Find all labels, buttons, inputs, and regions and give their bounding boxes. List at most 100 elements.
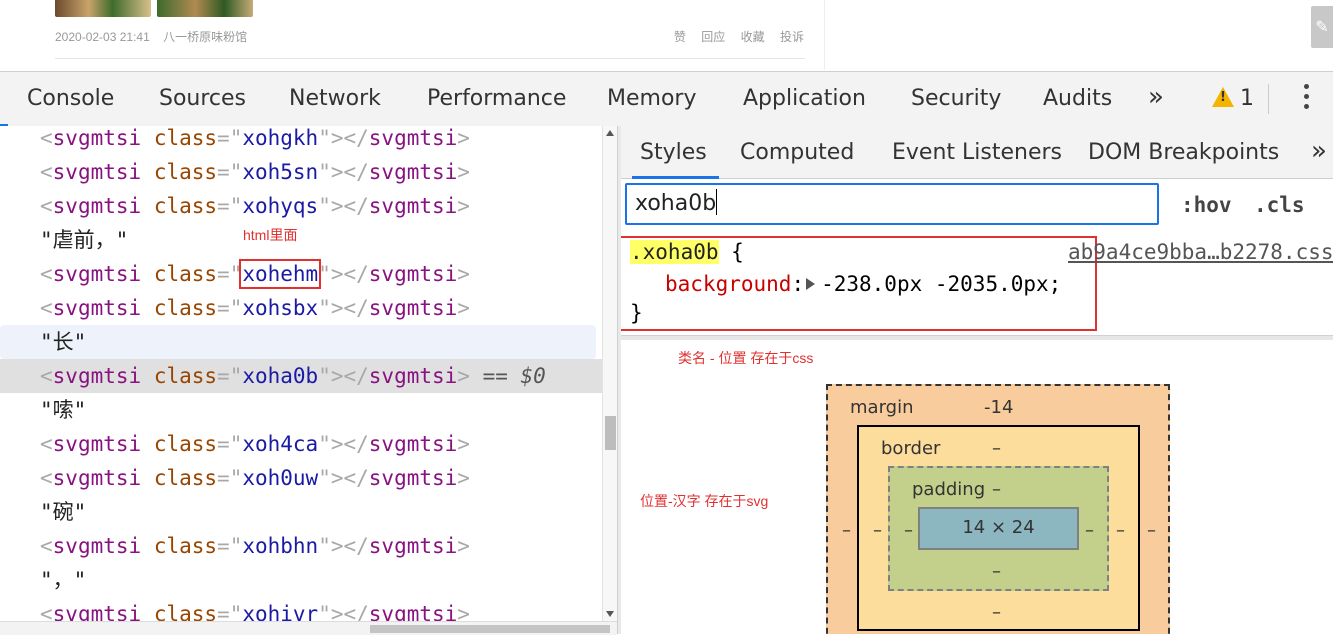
css-property-name[interactable]: background xyxy=(665,272,791,296)
food-photo-thumbnail[interactable] xyxy=(55,0,151,17)
dom-node-row[interactable]: <svgmtsi class="xohsbx"></svgmtsi> xyxy=(0,291,602,325)
attribute-value[interactable]: xoh0uw xyxy=(242,466,318,490)
closing-tag-name: svgmtsi xyxy=(368,466,458,490)
box-model-content[interactable]: 14 × 24 xyxy=(918,507,1079,550)
attribute-value[interactable]: xoh4ca xyxy=(242,432,318,456)
attribute-name: class xyxy=(153,194,218,218)
attribute-value[interactable]: xohgkh xyxy=(242,126,318,150)
closing-tag-name: svgmtsi xyxy=(368,364,458,388)
dom-node-row[interactable]: <svgmtsi class="xohyqs"></svgmtsi> xyxy=(0,189,602,223)
text-node-row[interactable]: "，" xyxy=(0,563,602,597)
attribute-name: class xyxy=(153,160,218,184)
css-property-value[interactable]: -238.0px -2035.0px; xyxy=(821,272,1061,296)
edit-icon[interactable]: ✎ xyxy=(1311,6,1333,48)
padding-bottom-value[interactable]: – xyxy=(992,561,1001,582)
dom-node-row[interactable]: <svgmtsi class="xohehm"></svgmtsi> xyxy=(0,257,602,291)
scrollbar-thumb[interactable] xyxy=(370,625,610,633)
border-left-value[interactable]: – xyxy=(873,520,882,541)
favorite-link[interactable]: 收藏 xyxy=(741,30,765,44)
tag-bracket: > xyxy=(457,194,470,218)
warnings-counter[interactable]: 1 xyxy=(1212,86,1254,111)
border-right-value[interactable]: – xyxy=(1116,520,1125,541)
expand-triangle-icon[interactable] xyxy=(806,278,816,290)
dom-node-row[interactable]: <svgmtsi class="xoh0uw"></svgmtsi> xyxy=(0,461,602,495)
more-tabs-chevron-icon[interactable]: » xyxy=(1148,82,1164,112)
attribute-value[interactable]: xohyqs xyxy=(242,194,318,218)
devtools-tab-bar: Console Sources Network Performance Memo… xyxy=(0,71,1333,127)
tab-security[interactable]: Security xyxy=(911,86,1001,111)
padding-right-value[interactable]: – xyxy=(1085,520,1094,541)
tab-network[interactable]: Network xyxy=(289,86,381,111)
dom-node-row[interactable]: <svgmtsi class="xoh4ca"></svgmtsi> xyxy=(0,427,602,461)
tag-bracket: > xyxy=(457,534,470,558)
post-actions: 赞 回应 收藏 投诉 xyxy=(662,28,804,45)
kebab-menu-icon[interactable] xyxy=(1296,84,1316,114)
tab-sources[interactable]: Sources xyxy=(159,86,246,111)
attribute-equals: =" xyxy=(217,126,243,150)
reply-link[interactable]: 回应 xyxy=(701,30,725,44)
tab-performance[interactable]: Performance xyxy=(427,86,566,111)
tag-bracket: > xyxy=(457,432,470,456)
styles-filter-input[interactable]: xoha0b xyxy=(625,183,1159,225)
attribute-equals: =" xyxy=(217,466,243,490)
tab-event-listeners[interactable]: Event Listeners xyxy=(892,140,1062,165)
report-link[interactable]: 投诉 xyxy=(780,30,804,44)
tag-name: svgmtsi xyxy=(52,296,142,320)
attribute-name: class xyxy=(153,296,218,320)
tag-bracket: > xyxy=(457,160,470,184)
border-bottom-value[interactable]: – xyxy=(992,602,1001,623)
closing-tag-name: svgmtsi xyxy=(368,126,458,150)
margin-top-value[interactable]: -14 xyxy=(984,397,1013,418)
food-photo-thumbnail[interactable] xyxy=(157,0,253,17)
dom-node-row[interactable]: <svgmtsi class="xohbhn"></svgmtsi> xyxy=(0,529,602,563)
text-node-row[interactable]: "长" xyxy=(0,325,596,359)
attribute-value[interactable]: xohehm xyxy=(239,259,322,289)
post-place[interactable]: 八一桥原味粉馆 xyxy=(163,30,247,44)
scroll-down-icon[interactable] xyxy=(606,611,614,617)
tab-styles[interactable]: Styles xyxy=(632,140,719,179)
tab-memory[interactable]: Memory xyxy=(607,86,696,111)
more-tabs-chevron-icon[interactable]: » xyxy=(1311,136,1327,166)
margin-right-value[interactable]: – xyxy=(1147,520,1156,541)
tab-dom-breakpoints[interactable]: DOM Breakpoints xyxy=(1088,140,1279,165)
text-node-row[interactable]: "嗦" xyxy=(0,393,602,427)
css-declaration[interactable]: background: -238.0px -2035.0px; xyxy=(665,272,1061,296)
css-selector[interactable]: .xoha0b xyxy=(630,240,719,264)
attribute-value[interactable]: xohsbx xyxy=(242,296,318,320)
dom-node-row[interactable]: <svgmtsi class="xoh5sn"></svgmtsi> xyxy=(0,155,602,189)
attribute-equals: =" xyxy=(217,194,243,218)
padding-left-value[interactable]: – xyxy=(904,520,913,541)
closing-tag-name: svgmtsi xyxy=(368,534,458,558)
hov-toggle-button[interactable]: :hov xyxy=(1181,193,1232,217)
text-node-row[interactable]: "虐前，" xyxy=(0,223,602,257)
scroll-up-icon[interactable] xyxy=(606,130,614,136)
closing-tag-name: svgmtsi xyxy=(368,262,458,286)
like-link[interactable]: 赞 xyxy=(674,30,686,44)
tab-audits[interactable]: Audits xyxy=(1043,86,1112,111)
stylesheet-source-link[interactable]: ab9a4ce9bba…b2278.css xyxy=(1068,240,1333,264)
open-brace: { xyxy=(718,240,744,264)
tag-name: svgmtsi xyxy=(52,262,142,286)
elements-horizontal-scrollbar[interactable] xyxy=(0,621,617,635)
warning-icon xyxy=(1212,87,1234,107)
text-node-row[interactable]: "碗" xyxy=(0,495,602,529)
margin-left-value[interactable]: – xyxy=(842,520,851,541)
padding-top-value[interactable]: – xyxy=(992,479,1001,500)
attribute-value[interactable]: xohbhn xyxy=(242,534,318,558)
cls-toggle-button[interactable]: .cls xyxy=(1254,193,1305,217)
dom-node-row[interactable]: <svgmtsi class="xoha0b"></svgmtsi> == $0 xyxy=(0,359,602,393)
tag-name: svgmtsi xyxy=(52,160,142,184)
tab-application[interactable]: Application xyxy=(743,86,866,111)
tag-bracket: < xyxy=(40,534,53,558)
dom-node-row[interactable]: <svgmtsi class="xohgkh"></svgmtsi> xyxy=(0,126,602,155)
tab-computed[interactable]: Computed xyxy=(740,140,854,165)
close-brace: } xyxy=(630,301,643,325)
border-top-value[interactable]: – xyxy=(992,438,1001,459)
attribute-value[interactable]: xoh5sn xyxy=(242,160,318,184)
tab-console[interactable]: Console xyxy=(27,86,114,111)
elements-vertical-scrollbar[interactable] xyxy=(602,126,618,621)
tag-bracket: > xyxy=(457,262,470,286)
tag-name: svgmtsi xyxy=(52,194,142,218)
attribute-value[interactable]: xoha0b xyxy=(242,364,318,388)
scrollbar-thumb[interactable] xyxy=(605,416,616,450)
